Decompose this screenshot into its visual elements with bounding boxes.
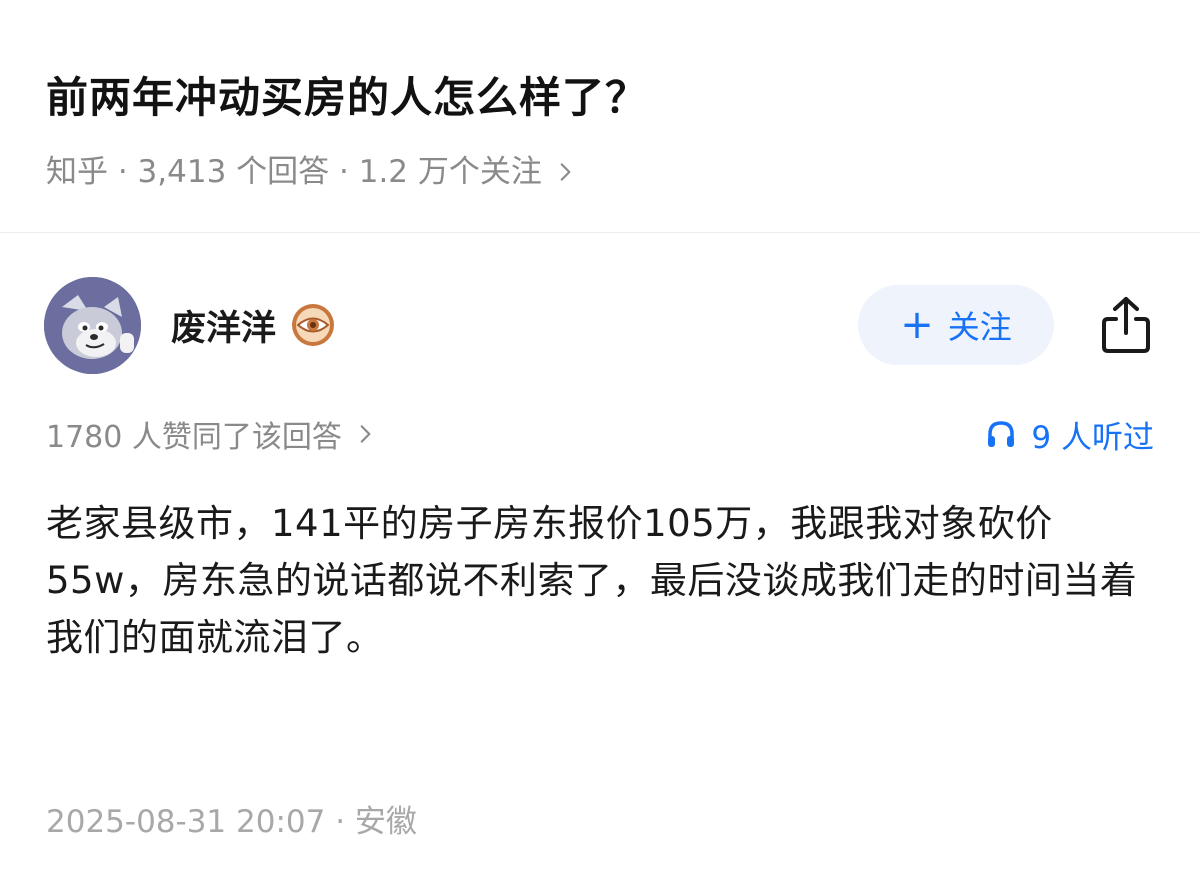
question-meta-text: 知乎 · 3,413 个回答 · 1.2 万个关注 [46,154,542,190]
listen-count-text: 9 人听过 [1031,419,1154,456]
question-meta[interactable]: 知乎 · 3,413 个回答 · 1.2 万个关注 [46,152,1160,192]
answer-timestamp: 2025-08-31 20:07 · 安徽 [46,804,417,840]
cartoon-cat-avatar-icon [44,276,141,374]
answer-content: 老家县级市，141平的房子房东报价105万，我跟我对象砍价55w，房东急的说话都… [46,495,1160,666]
question-title[interactable]: 前两年冲动买房的人怎么样了？ [46,66,1160,130]
plus-icon: + [900,302,934,348]
share-icon[interactable] [1100,295,1152,355]
answer-paragraph: 老家县级市，141平的房子房东报价105万，我跟我对象砍价55w，房东急的说话都… [46,502,1138,659]
follow-label: 关注 [947,308,1012,346]
follow-button[interactable]: + 关注 [858,285,1054,365]
chevron-right-icon [560,163,571,181]
answer-stats: 1780 人赞同了该回答 9 人听过 [46,412,1154,456]
question-header: 前两年冲动买房的人怎么样了？ 知乎 · 3,413 个回答 · 1.2 万个关注 [46,66,1160,192]
author-bar: 废洋洋 + 关注 [44,275,1152,375]
avatar[interactable] [44,276,141,374]
headphones-icon [988,421,1015,447]
chevron-right-icon [360,425,371,443]
vote-count-text: 1780 人赞同了该回答 [46,420,342,455]
divider [0,232,1200,233]
eye-medal-icon [292,304,335,346]
author-name[interactable]: 废洋洋 [171,300,276,351]
listen-count[interactable]: 9 人听过 [985,412,1154,457]
vote-count[interactable]: 1780 人赞同了该回答 [46,412,378,456]
